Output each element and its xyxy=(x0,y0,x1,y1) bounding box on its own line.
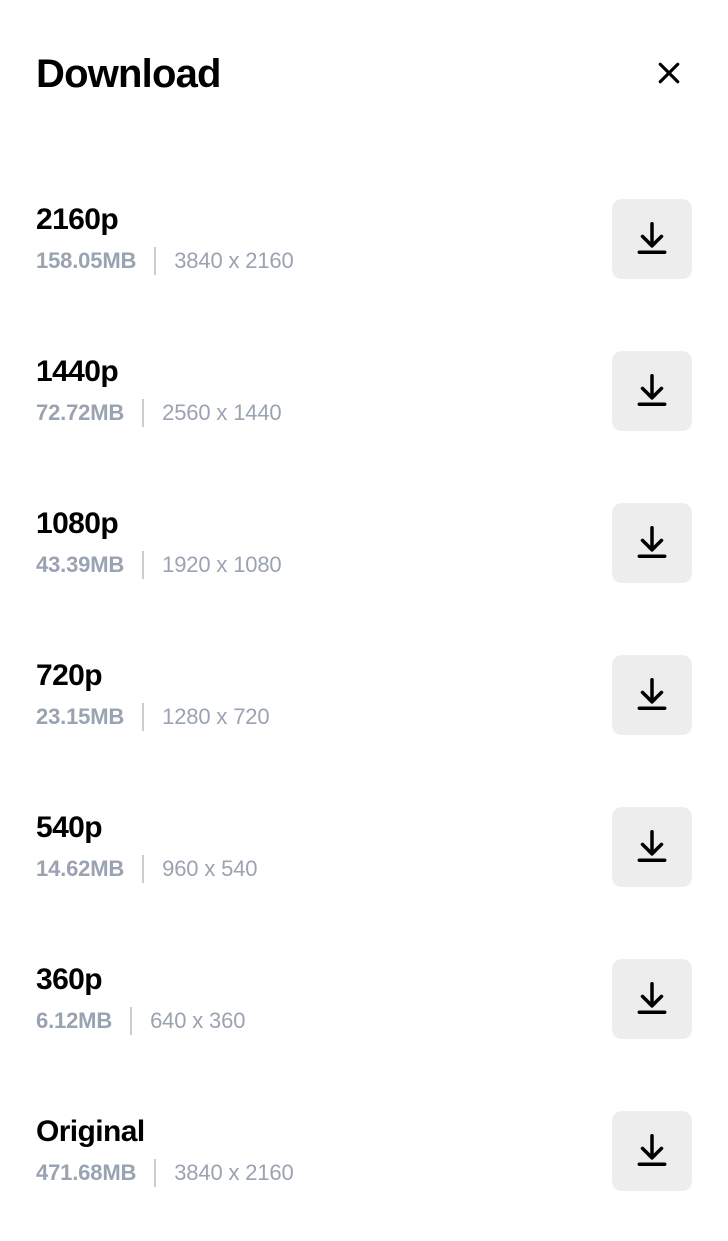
meta-divider xyxy=(142,855,144,883)
download-button-720p[interactable] xyxy=(612,655,692,735)
option-size: 23.15MB xyxy=(36,704,124,730)
download-options-list: 2160p 158.05MB 3840 x 2160 xyxy=(36,199,692,1191)
download-option-1440p: 1440p 72.72MB 2560 x 1440 xyxy=(36,351,692,431)
option-dimensions: 3840 x 2160 xyxy=(174,1160,293,1186)
meta-divider xyxy=(130,1007,132,1035)
option-dimensions: 1280 x 720 xyxy=(162,704,269,730)
download-option-540p: 540p 14.62MB 960 x 540 xyxy=(36,807,692,887)
download-option-2160p: 2160p 158.05MB 3840 x 2160 xyxy=(36,199,692,279)
close-icon xyxy=(654,58,684,91)
option-info: 1440p 72.72MB 2560 x 1440 xyxy=(36,355,282,427)
option-label: 1440p xyxy=(36,355,282,389)
meta-divider xyxy=(154,247,156,275)
option-info: 540p 14.62MB 960 x 540 xyxy=(36,811,257,883)
option-meta: 43.39MB 1920 x 1080 xyxy=(36,551,282,579)
download-icon xyxy=(633,1131,671,1172)
option-dimensions: 640 x 360 xyxy=(150,1008,245,1034)
download-option-1080p: 1080p 43.39MB 1920 x 1080 xyxy=(36,503,692,583)
meta-divider xyxy=(154,1159,156,1187)
option-label: 540p xyxy=(36,811,257,845)
option-meta: 14.62MB 960 x 540 xyxy=(36,855,257,883)
option-size: 471.68MB xyxy=(36,1160,136,1186)
download-option-360p: 360p 6.12MB 640 x 360 xyxy=(36,959,692,1039)
option-info: 720p 23.15MB 1280 x 720 xyxy=(36,659,269,731)
download-button-1440p[interactable] xyxy=(612,351,692,431)
modal-title: Download xyxy=(36,52,221,97)
modal-header: Download xyxy=(36,50,692,99)
close-button[interactable] xyxy=(646,50,692,99)
download-icon xyxy=(633,523,671,564)
option-dimensions: 3840 x 2160 xyxy=(174,248,293,274)
download-option-original: Original 471.68MB 3840 x 2160 xyxy=(36,1111,692,1191)
option-size: 6.12MB xyxy=(36,1008,112,1034)
option-label: 2160p xyxy=(36,203,294,237)
download-button-1080p[interactable] xyxy=(612,503,692,583)
option-info: 360p 6.12MB 640 x 360 xyxy=(36,963,245,1035)
meta-divider xyxy=(142,399,144,427)
option-label: 1080p xyxy=(36,507,282,541)
download-icon xyxy=(633,827,671,868)
option-meta: 6.12MB 640 x 360 xyxy=(36,1007,245,1035)
option-label: Original xyxy=(36,1115,294,1149)
option-dimensions: 960 x 540 xyxy=(162,856,257,882)
download-modal: Download 2160p 158.05MB 3840 x 2160 xyxy=(0,0,728,1241)
option-info: 1080p 43.39MB 1920 x 1080 xyxy=(36,507,282,579)
download-icon xyxy=(633,675,671,716)
download-button-original[interactable] xyxy=(612,1111,692,1191)
meta-divider xyxy=(142,703,144,731)
option-meta: 72.72MB 2560 x 1440 xyxy=(36,399,282,427)
meta-divider xyxy=(142,551,144,579)
option-label: 360p xyxy=(36,963,245,997)
download-icon xyxy=(633,219,671,260)
option-dimensions: 2560 x 1440 xyxy=(162,400,281,426)
option-size: 158.05MB xyxy=(36,248,136,274)
option-info: Original 471.68MB 3840 x 2160 xyxy=(36,1115,294,1187)
download-button-540p[interactable] xyxy=(612,807,692,887)
download-option-720p: 720p 23.15MB 1280 x 720 xyxy=(36,655,692,735)
option-meta: 158.05MB 3840 x 2160 xyxy=(36,247,294,275)
download-icon xyxy=(633,371,671,412)
option-size: 14.62MB xyxy=(36,856,124,882)
download-icon xyxy=(633,979,671,1020)
option-meta: 471.68MB 3840 x 2160 xyxy=(36,1159,294,1187)
option-meta: 23.15MB 1280 x 720 xyxy=(36,703,269,731)
option-info: 2160p 158.05MB 3840 x 2160 xyxy=(36,203,294,275)
download-button-360p[interactable] xyxy=(612,959,692,1039)
option-label: 720p xyxy=(36,659,269,693)
download-button-2160p[interactable] xyxy=(612,199,692,279)
option-size: 72.72MB xyxy=(36,400,124,426)
option-dimensions: 1920 x 1080 xyxy=(162,552,281,578)
option-size: 43.39MB xyxy=(36,552,124,578)
